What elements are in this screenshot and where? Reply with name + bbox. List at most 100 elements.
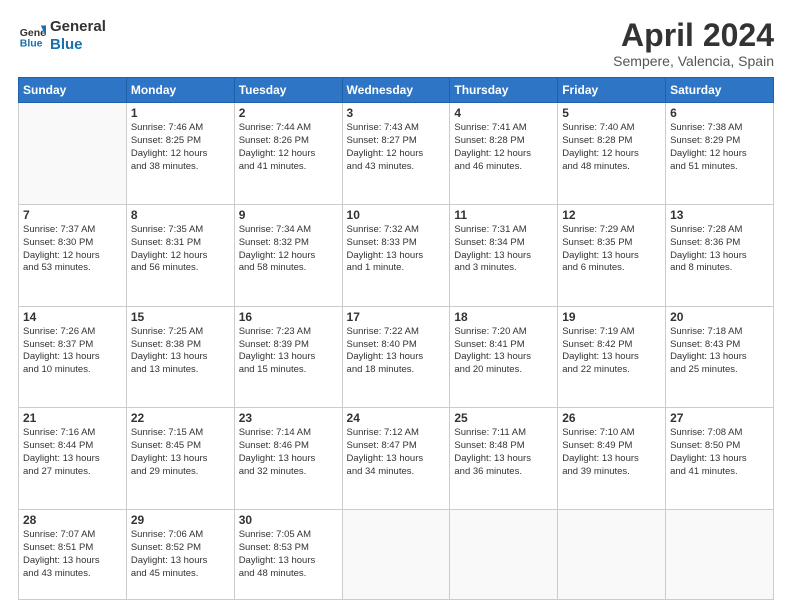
day-info-line: Sunrise: 7:12 AM (347, 427, 446, 440)
day-number: 18 (454, 310, 553, 324)
day-info-line: Sunrise: 7:46 AM (131, 122, 230, 135)
day-info-line: Daylight: 13 hours (670, 250, 769, 263)
day-info-line: Sunset: 8:31 PM (131, 237, 230, 250)
day-info-line: Sunrise: 7:14 AM (239, 427, 338, 440)
col-header-saturday: Saturday (666, 78, 774, 103)
table-row: 27Sunrise: 7:08 AMSunset: 8:50 PMDayligh… (666, 408, 774, 510)
day-number: 28 (23, 513, 122, 527)
day-info-line: and 56 minutes. (131, 262, 230, 275)
table-row: 29 Sunrise: 7:06 AMSunset: 8:52 PMDayligh… (126, 510, 234, 600)
svg-text:Blue: Blue (20, 38, 43, 50)
table-row: 17Sunrise: 7:22 AMSunset: 8:40 PMDayligh… (342, 306, 450, 408)
table-row: 11Sunrise: 7:31 AMSunset: 8:34 PMDayligh… (450, 204, 558, 306)
day-info-line: Daylight: 12 hours (131, 250, 230, 263)
day-info-line: Sunrise: 7:35 AM (131, 224, 230, 237)
day-info-line: Daylight: 13 hours (347, 453, 446, 466)
day-info-line: Sunrise: 7:11 AM (454, 427, 553, 440)
day-number: 17 (347, 310, 446, 324)
day-info-line: Sunset: 8:47 PM (347, 440, 446, 453)
calendar-week-row: 7Sunrise: 7:37 AMSunset: 8:30 PMDaylight… (19, 204, 774, 306)
day-info-line: and 53 minutes. (23, 262, 122, 275)
day-info-line: Sunrise: 7:18 AM (670, 326, 769, 339)
day-info-line: and 39 minutes. (562, 466, 661, 479)
day-info-line: and 3 minutes. (454, 262, 553, 275)
day-info-line: and 29 minutes. (131, 466, 230, 479)
day-info-line: Sunrise: 7:34 AM (239, 224, 338, 237)
day-info-line: Sunset: 8:44 PM (23, 440, 122, 453)
day-number: 4 (454, 106, 553, 120)
table-row: 21Sunrise: 7:16 AMSunset: 8:44 PMDayligh… (19, 408, 127, 510)
day-info-line: Sunrise: 7:22 AM (347, 326, 446, 339)
day-info-line: Daylight: 13 hours (23, 555, 122, 568)
day-info-line: Sunset: 8:46 PM (239, 440, 338, 453)
day-info-line: Sunset: 8:37 PM (23, 339, 122, 352)
day-info-line: Sunrise: 7:26 AM (23, 326, 122, 339)
day-info-line: and 32 minutes. (239, 466, 338, 479)
table-row: 13Sunrise: 7:28 AMSunset: 8:36 PMDayligh… (666, 204, 774, 306)
location: Sempere, Valencia, Spain (613, 53, 774, 69)
day-info-line: and 48 minutes. (562, 161, 661, 174)
col-header-tuesday: Tuesday (234, 78, 342, 103)
day-info-line: Sunset: 8:53 PM (239, 542, 338, 555)
table-row: 23Sunrise: 7:14 AMSunset: 8:46 PMDayligh… (234, 408, 342, 510)
table-row: 18Sunrise: 7:20 AMSunset: 8:41 PMDayligh… (450, 306, 558, 408)
table-row (342, 510, 450, 600)
day-number: 2 (239, 106, 338, 120)
logo-blue-text: Blue (50, 36, 106, 54)
day-info-line: Sunrise: 7:06 AM (131, 529, 230, 542)
day-info-line: Sunset: 8:48 PM (454, 440, 553, 453)
day-info-line: Daylight: 12 hours (239, 148, 338, 161)
table-row: 15Sunrise: 7:25 AMSunset: 8:38 PMDayligh… (126, 306, 234, 408)
day-number: 25 (454, 411, 553, 425)
day-number: 8 (131, 208, 230, 222)
day-info-line: and 15 minutes. (239, 364, 338, 377)
day-number: 7 (23, 208, 122, 222)
col-header-thursday: Thursday (450, 78, 558, 103)
day-info-line: Sunset: 8:26 PM (239, 135, 338, 148)
day-info-line: Sunrise: 7:23 AM (239, 326, 338, 339)
day-info-line: and 10 minutes. (23, 364, 122, 377)
day-number: 30 (239, 513, 338, 527)
day-info-line: Daylight: 13 hours (131, 453, 230, 466)
table-row: 3Sunrise: 7:43 AMSunset: 8:27 PMDaylight… (342, 103, 450, 205)
day-info-line: Daylight: 12 hours (454, 148, 553, 161)
table-row: 1Sunrise: 7:46 AMSunset: 8:25 PMDaylight… (126, 103, 234, 205)
day-number: 5 (562, 106, 661, 120)
day-info-line: Daylight: 13 hours (454, 250, 553, 263)
day-info-line: Sunset: 8:32 PM (239, 237, 338, 250)
day-info-line: Sunrise: 7:05 AM (239, 529, 338, 542)
header: General Blue General Blue April 2024 Sem… (18, 18, 774, 69)
table-row: 5Sunrise: 7:40 AMSunset: 8:28 PMDaylight… (558, 103, 666, 205)
day-info-line: and 36 minutes. (454, 466, 553, 479)
day-info-line: Sunset: 8:52 PM (131, 542, 230, 555)
day-info-line: Daylight: 13 hours (131, 555, 230, 568)
day-number: 24 (347, 411, 446, 425)
day-info-line: Sunrise: 7:44 AM (239, 122, 338, 135)
day-info-line: Sunset: 8:28 PM (562, 135, 661, 148)
day-number: 21 (23, 411, 122, 425)
day-number: 12 (562, 208, 661, 222)
day-info-line: and 46 minutes. (454, 161, 553, 174)
day-info-line: and 43 minutes. (347, 161, 446, 174)
day-info-line: Daylight: 13 hours (562, 351, 661, 364)
day-info-line: and 6 minutes. (562, 262, 661, 275)
day-info-line: Sunrise: 7:15 AM (131, 427, 230, 440)
day-info-line: Daylight: 13 hours (454, 351, 553, 364)
day-number: 29 (131, 513, 230, 527)
day-info-line: and 22 minutes. (562, 364, 661, 377)
day-info-line: and 58 minutes. (239, 262, 338, 275)
day-info-line: Daylight: 13 hours (347, 250, 446, 263)
day-number: 20 (670, 310, 769, 324)
day-number: 16 (239, 310, 338, 324)
table-row: 22Sunrise: 7:15 AMSunset: 8:45 PMDayligh… (126, 408, 234, 510)
day-info-line: Sunset: 8:50 PM (670, 440, 769, 453)
day-info-line: Sunset: 8:25 PM (131, 135, 230, 148)
table-row (450, 510, 558, 600)
day-info-line: and 43 minutes. (23, 568, 122, 581)
day-info-line: Sunrise: 7:20 AM (454, 326, 553, 339)
day-number: 15 (131, 310, 230, 324)
day-info-line: Daylight: 12 hours (131, 148, 230, 161)
col-header-monday: Monday (126, 78, 234, 103)
day-number: 22 (131, 411, 230, 425)
day-number: 6 (670, 106, 769, 120)
